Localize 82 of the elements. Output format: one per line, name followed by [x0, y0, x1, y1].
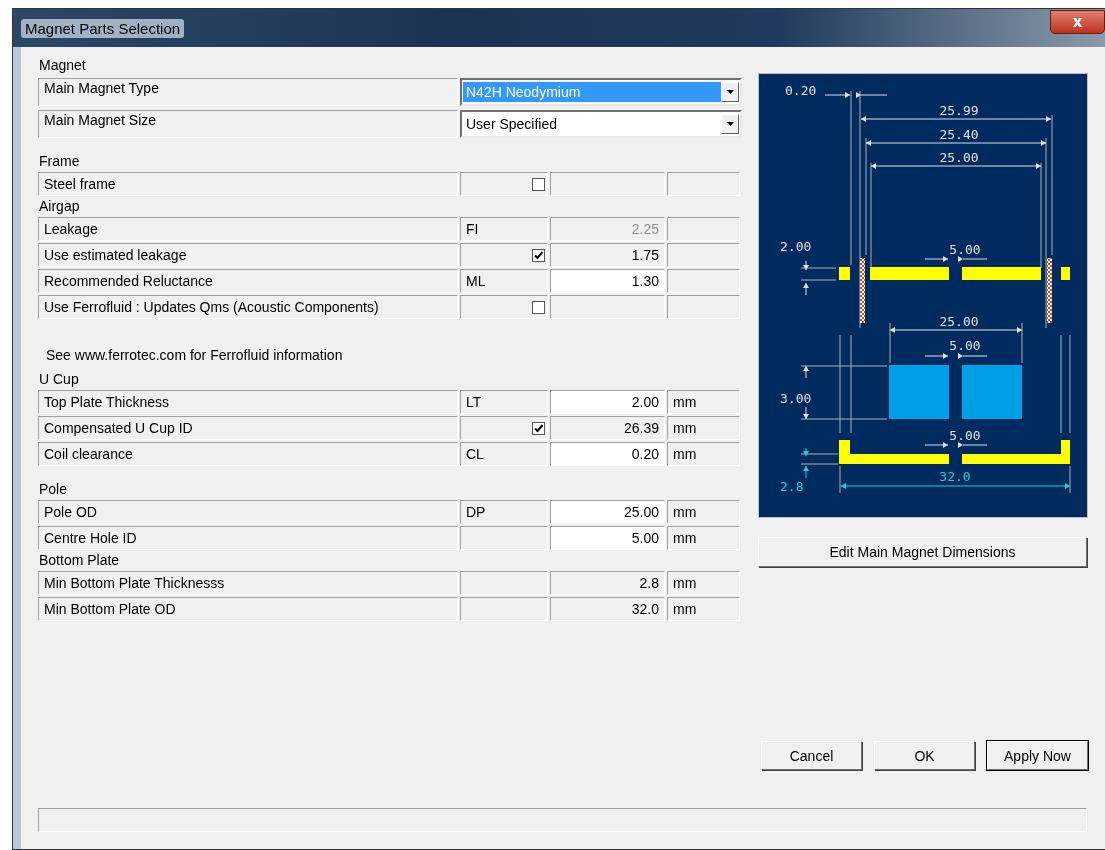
section-heading: Bottom Plate [38, 551, 121, 569]
checkbox[interactable] [532, 300, 545, 314]
unit-label: mm [667, 597, 740, 621]
dimension-label: 3.00 [780, 391, 812, 406]
window-title: Magnet Parts Selection [21, 18, 185, 38]
dimension-label: 2.00 [780, 239, 812, 254]
value-field[interactable]: 5.00 [550, 526, 665, 550]
code-cell: DP [460, 500, 548, 524]
row-label: Centre Hole ID [38, 526, 458, 550]
dialog-button[interactable]: OK [874, 741, 975, 770]
dialog-button[interactable]: Cancel [761, 741, 862, 770]
dimension-label: 25.40 [939, 127, 979, 142]
dimension-label: 5.00 [949, 242, 981, 257]
dimension-arrow [924, 353, 949, 359]
section-heading: Frame [38, 152, 81, 170]
code-cell: CL [460, 442, 548, 466]
dimension-arrow [803, 465, 809, 479]
row-label: Main Magnet Type [38, 78, 458, 106]
unit-label: mm [667, 500, 740, 524]
edit-dimensions-button[interactable]: Edit Main Magnet Dimensions [758, 537, 1087, 567]
dimension-arrow [803, 260, 809, 271]
dropdown[interactable]: User Specified [460, 110, 742, 138]
dimension-label: 32.0 [939, 469, 971, 484]
row-label: Compensated U Cup ID [38, 416, 458, 440]
dimension-label: 0.20 [785, 83, 817, 98]
dimension-label: 5.00 [949, 338, 981, 353]
code-cell: ML [460, 269, 548, 293]
dimension-label: 5.00 [949, 428, 981, 443]
value-field[interactable]: 2.00 [550, 390, 665, 414]
row-label: Min Bottom Plate Thicknesss [38, 571, 458, 595]
dimension-arrow [824, 92, 851, 98]
dimension-arrow [958, 256, 988, 262]
value-field[interactable]: 25.00 [550, 500, 665, 524]
row-label: Use Ferrofluid : Updates Qms (Acoustic Components) [38, 295, 458, 319]
section-heading: Airgap [38, 197, 81, 215]
dimension-arrow [803, 447, 809, 457]
value-cell: 2.25 [550, 217, 665, 241]
magnet-drawing [962, 365, 1022, 419]
value-cell: 2.8 [550, 571, 665, 595]
row-label: Steel frame [38, 172, 458, 196]
unit-label: mm [667, 442, 740, 466]
dimension-label: 2.8 [780, 479, 804, 494]
unit-label: mm [667, 390, 740, 414]
value-field[interactable]: 0.20 [550, 442, 665, 466]
magnet-drawing [889, 365, 949, 419]
value-field[interactable]: 1.30 [550, 269, 665, 293]
row-label: Main Magnet Size [38, 110, 458, 138]
section-heading: U Cup [38, 370, 80, 388]
dimension-label: 25.00 [939, 314, 979, 329]
close-button[interactable]: x [1050, 10, 1105, 34]
row-label: Leakage [38, 217, 458, 241]
section-heading: Magnet [38, 56, 87, 74]
dimension-arrow [958, 353, 988, 359]
code-cell: LT [460, 390, 548, 414]
row-label: Top Plate Thickness [38, 390, 458, 414]
value-cell: 32.0 [550, 597, 665, 621]
dimension-arrow [803, 365, 809, 379]
dialog-button[interactable]: Apply Now [987, 741, 1088, 770]
row-label: Pole OD [38, 500, 458, 524]
unit-label: mm [667, 416, 740, 440]
unit-label: mm [667, 526, 740, 550]
row-label: Min Bottom Plate OD [38, 597, 458, 621]
dimension-arrow [803, 406, 809, 420]
dimension-label: 25.99 [939, 103, 979, 118]
dimension-arrow [958, 442, 988, 448]
checkbox[interactable] [532, 421, 545, 435]
dimension-arrow [856, 92, 888, 98]
code-cell: FI [460, 217, 548, 241]
checkbox[interactable] [532, 177, 545, 191]
section-heading: Pole [38, 480, 69, 498]
dimension-arrow [924, 256, 949, 262]
value-cell: 1.75 [550, 243, 665, 267]
row-label: Use estimated leakage [38, 243, 458, 267]
value-cell: 26.39 [550, 416, 665, 440]
row-label: Recommended Reluctance [38, 269, 458, 293]
dimension-arrow [924, 442, 949, 448]
dimension-arrow [803, 282, 809, 296]
info-text: See www.ferrotec.com for Ferrofluid information [46, 347, 344, 365]
row-label: Coil clearance [38, 442, 458, 466]
dimension-label: 25.00 [939, 150, 979, 165]
unit-label: mm [667, 571, 740, 595]
checkbox[interactable] [532, 248, 545, 262]
